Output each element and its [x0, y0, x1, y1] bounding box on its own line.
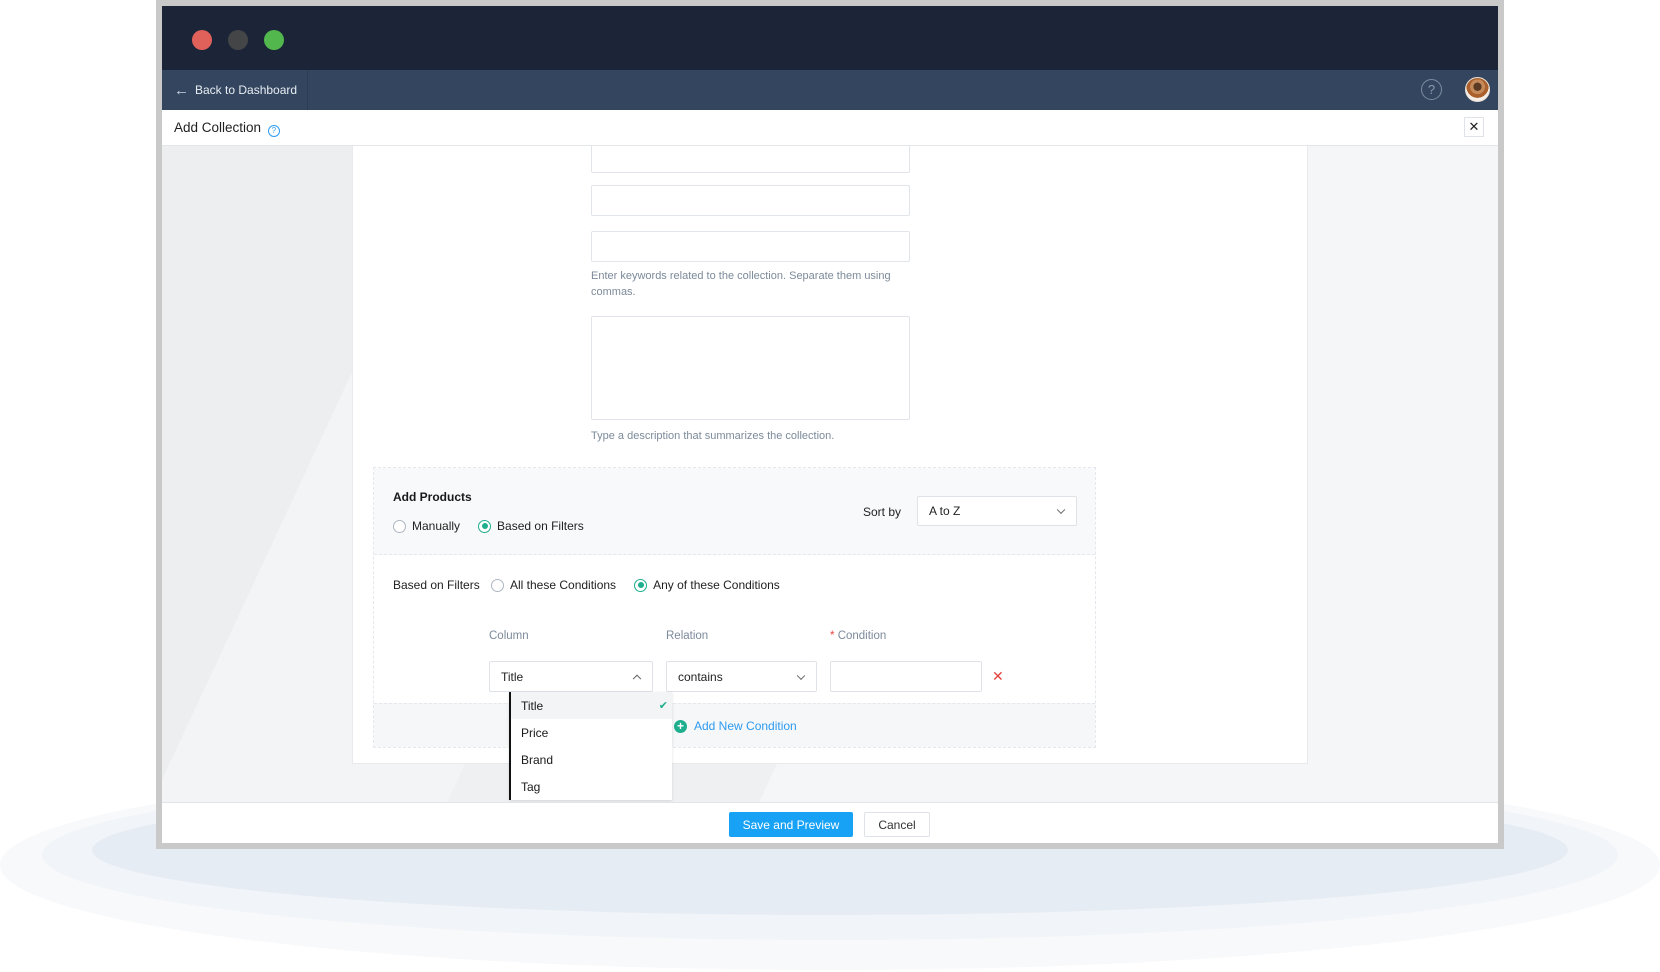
chevron-down-icon [796, 671, 806, 680]
option-label: Tag [521, 779, 541, 794]
relation-select[interactable]: contains [666, 661, 817, 692]
form-card: SEO Title SEO Keywords Enter keywords re… [352, 146, 1308, 800]
remove-condition-icon[interactable]: ✕ [992, 668, 1004, 685]
based-on-filters-label: Based on Filters [393, 578, 480, 592]
back-to-dashboard-link[interactable]: ← Back to Dashboard [162, 70, 308, 110]
manually-radio-label[interactable]: Manually [412, 519, 460, 533]
dropdown-option-tag[interactable]: Tag [511, 773, 672, 800]
any-conditions-radio[interactable] [634, 578, 648, 592]
close-icon: ✕ [1468, 119, 1480, 134]
action-footer: Save and Preview Cancel [162, 802, 1498, 843]
add-products-panel: Add Products Manually Based on Filters S… [373, 467, 1096, 800]
help-icon[interactable]: ? [1421, 79, 1442, 100]
page-title-text: Add Collection [174, 120, 262, 135]
relation-header: Relation [666, 630, 709, 642]
add-products-header: Add Products Manually Based on Filters S… [374, 468, 1095, 555]
content-area: SEO Title SEO Keywords Enter keywords re… [162, 146, 1498, 802]
seo-keywords-input[interactable] [591, 231, 910, 262]
column-header: Column [489, 630, 529, 642]
add-products-heading: Add Products [393, 490, 472, 504]
seo-description-hint: Type a description that summarizes the c… [591, 430, 835, 442]
maximize-window-button[interactable] [264, 30, 284, 50]
sort-by-label: Sort by [863, 505, 902, 519]
cancel-button[interactable]: Cancel [864, 812, 930, 837]
dropdown-option-brand[interactable]: Brand [511, 746, 672, 773]
user-avatar[interactable] [1465, 77, 1490, 102]
option-label: Brand [521, 752, 554, 767]
back-label: Back to Dashboard [195, 83, 298, 97]
sort-by-value: A to Z [929, 504, 961, 518]
chevron-up-icon [632, 674, 642, 683]
add-new-condition-link[interactable]: + Add New Condition [674, 719, 797, 733]
column-select[interactable]: Title [489, 661, 653, 692]
sort-by-select[interactable]: A to Z [917, 496, 1077, 526]
add-condition-footer: + Add New Condition [374, 703, 1095, 747]
top-nav-bar: ← Back to Dashboard ? [162, 70, 1498, 110]
page-header: Add Collection ? ✕ [162, 110, 1498, 146]
app-window: ← Back to Dashboard ? Add Collection ? ✕… [162, 6, 1498, 843]
option-label: Title [521, 698, 544, 713]
required-asterisk: * [830, 630, 835, 642]
column-select-value: Title [501, 669, 524, 684]
dropdown-option-price[interactable]: Price [511, 719, 672, 746]
condition-header: * Condition [830, 630, 886, 642]
option-label: Price [521, 725, 549, 740]
relation-select-value: contains [678, 669, 723, 684]
manually-radio[interactable] [393, 519, 406, 533]
question-circle-icon[interactable]: ? [267, 124, 280, 137]
column-dropdown-menu: Title ✔ Price Brand Tag [509, 692, 672, 800]
all-conditions-radio-label[interactable]: All these Conditions [510, 578, 616, 592]
product-mode-radio-group: Manually Based on Filters [393, 519, 596, 533]
based-on-filters-radio-label[interactable]: Based on Filters [497, 519, 584, 533]
previous-field-input[interactable] [591, 146, 910, 173]
seo-keywords-hint: Enter keywords related to the collection… [591, 270, 891, 298]
check-icon: ✔ [658, 700, 668, 712]
help-glyph: ? [1427, 82, 1436, 97]
based-on-filters-radio[interactable] [478, 519, 492, 533]
plus-circle-icon: + [674, 719, 687, 733]
title-bar [162, 6, 1498, 70]
page-title: Add Collection ? [174, 120, 280, 137]
seo-description-textarea[interactable] [591, 316, 910, 420]
condition-header-text: Condition [837, 630, 887, 642]
arrow-left-icon: ← [174, 81, 189, 99]
match-radio-group: All these Conditions Any of these Condit… [491, 578, 792, 592]
all-conditions-radio[interactable] [491, 578, 504, 592]
add-new-condition-label: Add New Condition [694, 719, 797, 733]
window-frame: ← Back to Dashboard ? Add Collection ? ✕… [156, 0, 1504, 849]
save-and-preview-button[interactable]: Save and Preview [729, 812, 853, 837]
seo-title-input[interactable] [591, 185, 910, 216]
dropdown-option-title[interactable]: Title ✔ [511, 692, 672, 719]
chevron-down-icon [1056, 505, 1066, 515]
help-glyph: ? [271, 126, 277, 135]
close-window-button[interactable] [192, 30, 212, 50]
minimize-window-button[interactable] [228, 30, 248, 50]
condition-input[interactable] [830, 661, 982, 692]
close-button[interactable]: ✕ [1464, 117, 1484, 137]
any-conditions-radio-label[interactable]: Any of these Conditions [653, 578, 780, 592]
